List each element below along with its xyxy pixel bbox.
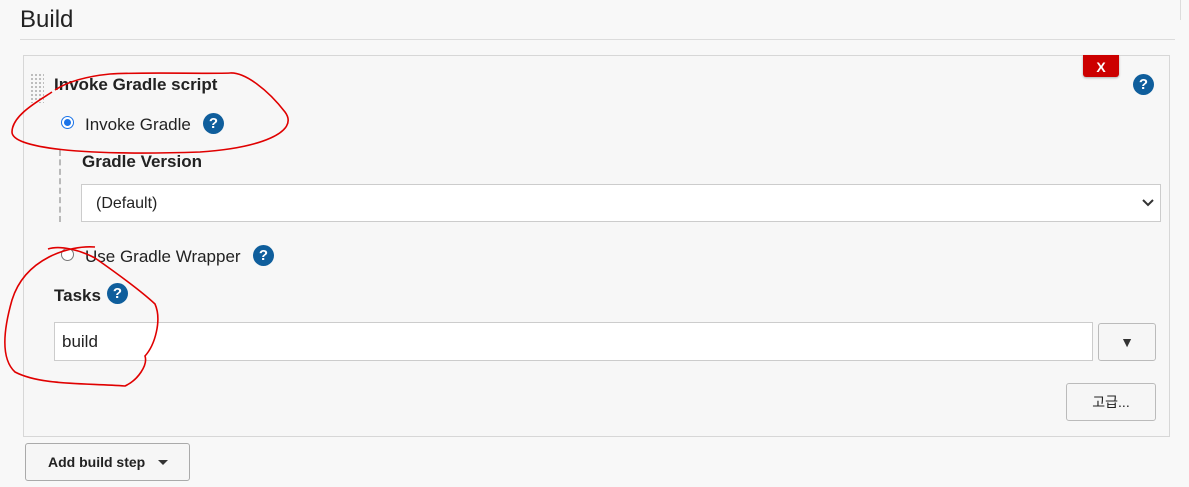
tasks-label: Tasks bbox=[54, 286, 101, 305]
add-build-step-label: Add build step bbox=[48, 454, 146, 470]
add-build-step-button[interactable]: Add build step bbox=[25, 443, 190, 481]
use-wrapper-help-icon[interactable]: ? bbox=[253, 245, 274, 266]
gradle-version-value: (Default) bbox=[96, 195, 158, 212]
tasks-expand-button[interactable]: ▼ bbox=[1098, 323, 1156, 361]
right-divider bbox=[1180, 0, 1181, 20]
tasks-input[interactable] bbox=[54, 322, 1093, 361]
use-wrapper-label: Use Gradle Wrapper bbox=[85, 247, 241, 266]
option-guide-line bbox=[59, 150, 61, 222]
gradle-version-label: Gradle Version bbox=[82, 152, 202, 171]
chevron-down-icon bbox=[1142, 194, 1154, 215]
delete-step-button[interactable]: X bbox=[1083, 55, 1119, 77]
invoke-gradle-help-icon[interactable]: ? bbox=[203, 113, 224, 134]
use-wrapper-radio[interactable] bbox=[61, 248, 74, 261]
step-title: Invoke Gradle script bbox=[54, 75, 218, 94]
step-help-icon[interactable]: ? bbox=[1133, 74, 1154, 95]
invoke-gradle-label: Invoke Gradle bbox=[85, 115, 191, 134]
invoke-gradle-radio[interactable] bbox=[61, 116, 74, 129]
section-title: Build bbox=[20, 6, 74, 33]
caret-down-icon bbox=[158, 460, 168, 465]
tasks-help-icon[interactable]: ? bbox=[107, 283, 128, 304]
advanced-button[interactable]: 고급... bbox=[1066, 383, 1156, 421]
build-step-panel bbox=[23, 55, 1170, 437]
drag-handle[interactable] bbox=[30, 73, 44, 103]
section-divider bbox=[20, 39, 1175, 40]
gradle-version-select[interactable]: (Default) bbox=[81, 184, 1161, 222]
